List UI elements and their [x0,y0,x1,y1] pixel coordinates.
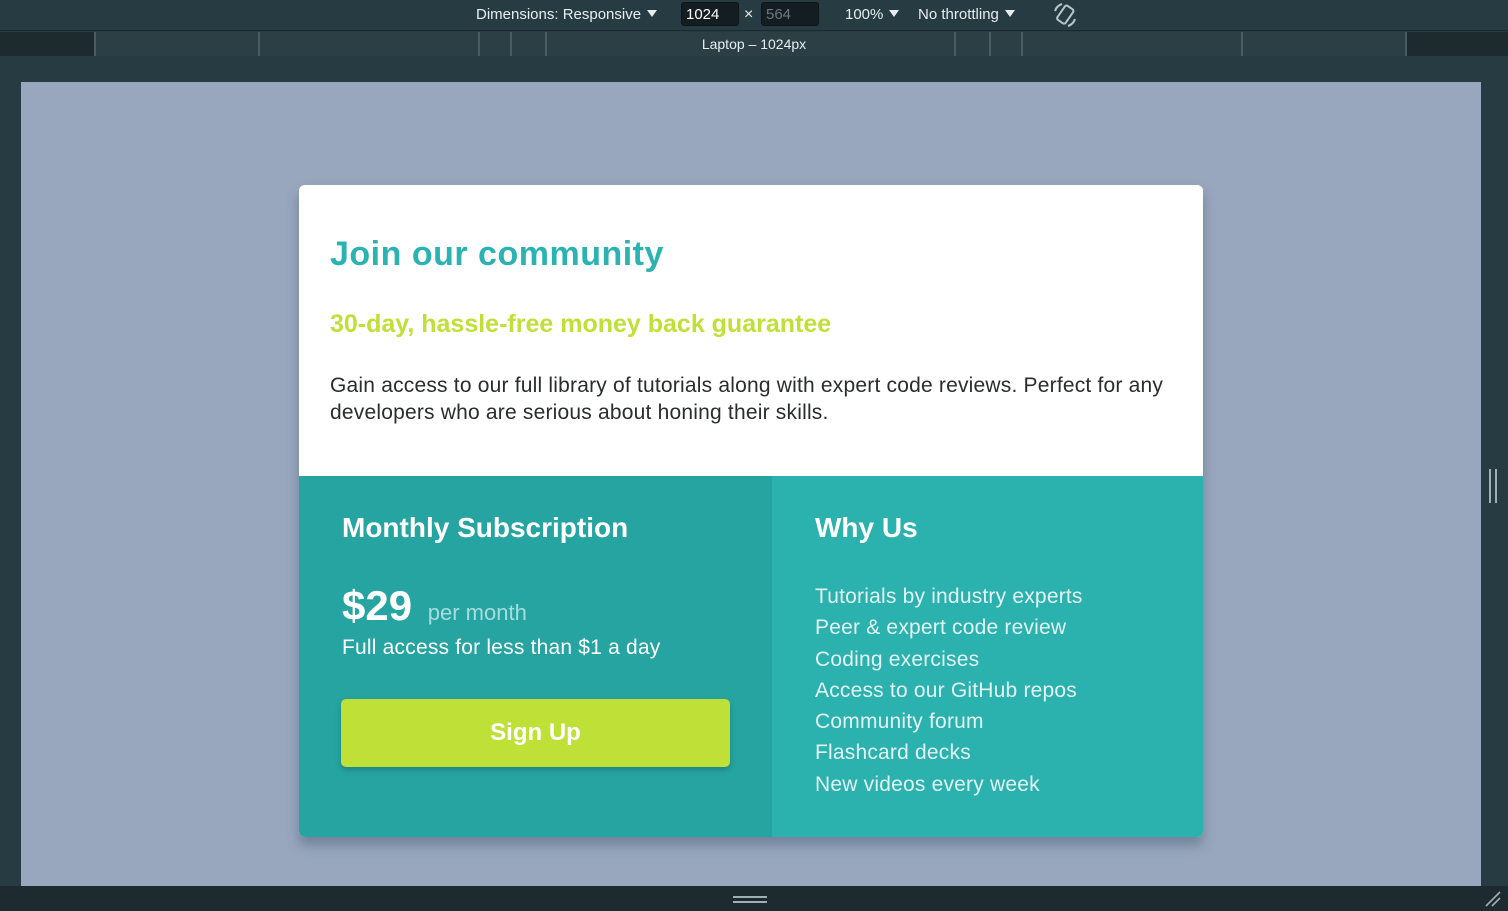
price-note: Full access for less than $1 a day [342,636,661,659]
list-item: Flashcard decks [815,741,971,765]
chevron-down-icon [1004,10,1015,17]
zoom-dropdown[interactable]: 100% [845,6,900,23]
throttling-dropdown[interactable]: No throttling [918,6,1015,23]
width-input[interactable]: 1024 [681,2,739,26]
list-item: Tutorials by industry experts [815,585,1083,608]
page-title: Join our community [330,235,664,273]
subscription-panel: Monthly Subscription $29 per month Full … [299,476,772,837]
why-us-list: Tutorials by industry experts Peer & exp… [815,581,1083,800]
resize-handle-bottom[interactable] [733,896,767,903]
price-period: per month [427,600,527,625]
pricing-card: Join our community 30-day, hassle-free m… [299,185,1203,837]
card-description: Gain access to our full library of tutor… [330,374,1164,424]
card-intro: Join our community 30-day, hassle-free m… [299,185,1203,476]
why-us-panel: Why Us Tutorials by industry experts Pee… [772,476,1203,837]
list-item: Peer & expert code review [815,616,1067,640]
chevron-down-icon [889,10,900,17]
list-item: Community forum [815,710,984,734]
guarantee-subtitle: 30-day, hassle-free money back guarantee [330,310,832,338]
list-item: Coding exercises [815,647,980,671]
rotate-icon[interactable] [1052,2,1078,28]
devtools-toolbar: Dimensions: Responsive 1024 × 564 100% N… [0,0,1508,30]
sign-up-button[interactable]: Sign Up [341,699,730,767]
price-amount: $29 [342,582,413,629]
list-item: New videos every week [815,772,1040,796]
breakpoint-label: Laptop – 1024px [701,36,807,52]
zoom-label: 100% [845,6,884,23]
list-item: Access to our GitHub repos [815,678,1077,702]
times-sign: × [744,6,754,23]
height-input[interactable]: 564 [761,2,819,26]
price-block: $29 per month [342,582,527,630]
dimensions-label: Dimensions: Responsive [476,6,642,23]
subscription-title: Monthly Subscription [342,512,629,543]
resize-handle-right[interactable] [1489,469,1497,503]
dimensions-dropdown[interactable]: Dimensions: Responsive [476,6,658,23]
resize-corner-icon[interactable] [1484,890,1502,908]
chevron-down-icon [647,10,658,17]
why-us-title: Why Us [815,512,918,543]
throttling-label: No throttling [918,6,999,23]
